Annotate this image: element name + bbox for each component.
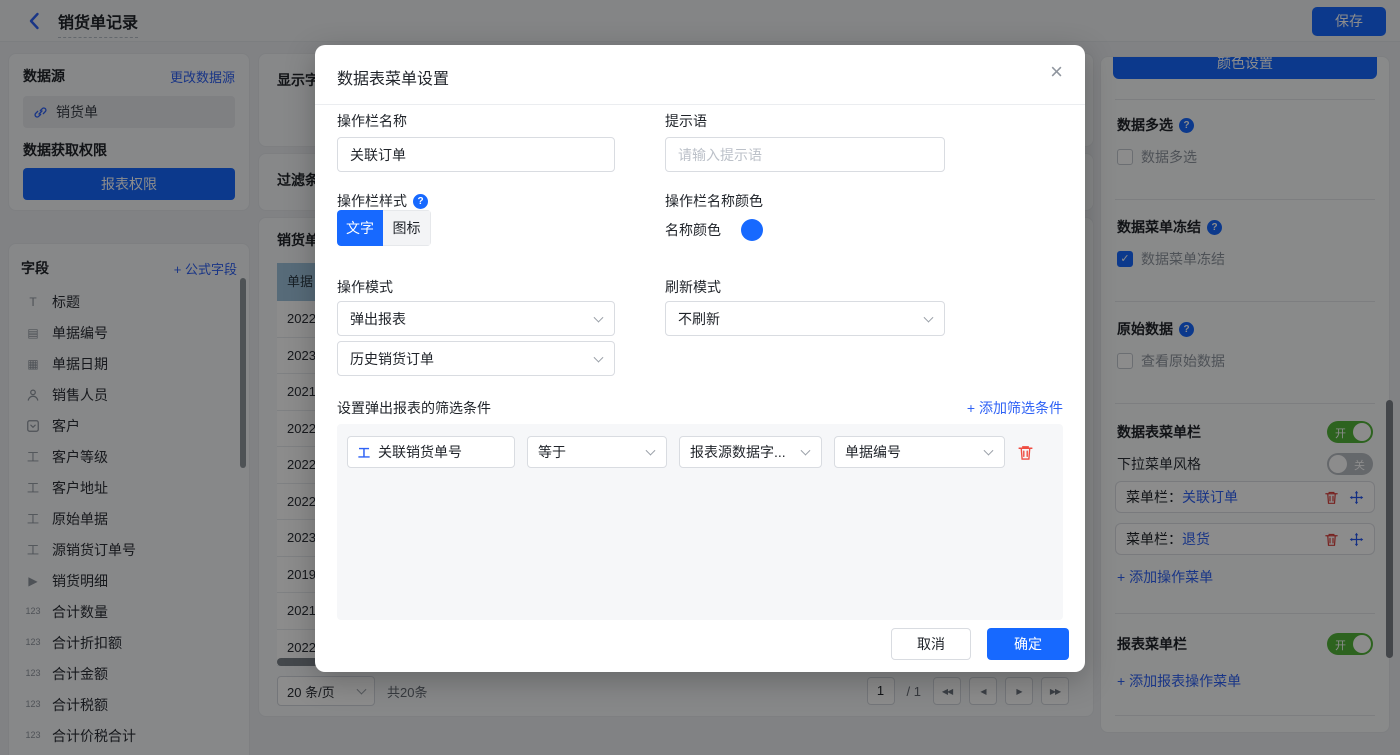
- filter-operator-select[interactable]: 等于: [527, 436, 667, 468]
- help-icon[interactable]: ?: [413, 193, 428, 209]
- filter-field[interactable]: 工 关联销货单号: [347, 436, 515, 468]
- style-option-icon[interactable]: 图标: [383, 210, 431, 246]
- name-color-label: 操作栏名称颜色: [665, 193, 763, 209]
- dialog-title: 数据表菜单设置: [337, 71, 450, 88]
- table-menu-settings-dialog: 数据表菜单设置 × 操作栏名称 提示语 操作栏样式 ? 文字 图标 操作栏名称颜…: [315, 45, 1085, 672]
- style-option-text[interactable]: 文字: [337, 210, 383, 246]
- tooltip-label: 提示语: [665, 113, 707, 129]
- style-label: 操作栏样式: [337, 193, 407, 209]
- chevron-down-icon: [983, 445, 994, 456]
- filter-conditions-box: 工 关联销货单号 等于 报表源数据字... 单据编号: [337, 424, 1063, 620]
- popup-report-select[interactable]: 历史销货订单: [337, 341, 615, 376]
- text-field-icon: 工: [358, 445, 371, 460]
- action-name-input[interactable]: [337, 137, 615, 172]
- filter-section-label: 设置弹出报表的筛选条件: [337, 400, 491, 416]
- chevron-down-icon: [593, 352, 604, 363]
- style-segmented-control: 文字 图标: [337, 210, 431, 246]
- tooltip-input[interactable]: [665, 137, 945, 172]
- refresh-mode-label: 刷新模式: [665, 279, 721, 295]
- chevron-down-icon: [645, 445, 656, 456]
- close-icon[interactable]: ×: [1050, 61, 1063, 83]
- color-swatch[interactable]: [741, 219, 763, 241]
- cancel-button[interactable]: 取消: [891, 628, 971, 660]
- chevron-down-icon: [593, 312, 604, 323]
- action-name-label: 操作栏名称: [337, 113, 407, 129]
- add-filter-link[interactable]: + 添加筛选条件: [967, 398, 1063, 418]
- name-color-sub-label: 名称颜色: [665, 222, 721, 238]
- filter-row: 工 关联销货单号 等于 报表源数据字... 单据编号: [347, 436, 1034, 468]
- chevron-down-icon: [923, 312, 934, 323]
- action-mode-select[interactable]: 弹出报表: [337, 301, 615, 336]
- filter-value-select[interactable]: 单据编号: [834, 436, 1005, 468]
- filter-source-select[interactable]: 报表源数据字...: [679, 436, 822, 468]
- delete-filter-icon[interactable]: [1017, 444, 1034, 461]
- confirm-button[interactable]: 确定: [987, 628, 1069, 660]
- refresh-mode-select[interactable]: 不刷新: [665, 301, 945, 336]
- action-mode-label: 操作模式: [337, 279, 393, 295]
- chevron-down-icon: [800, 445, 811, 456]
